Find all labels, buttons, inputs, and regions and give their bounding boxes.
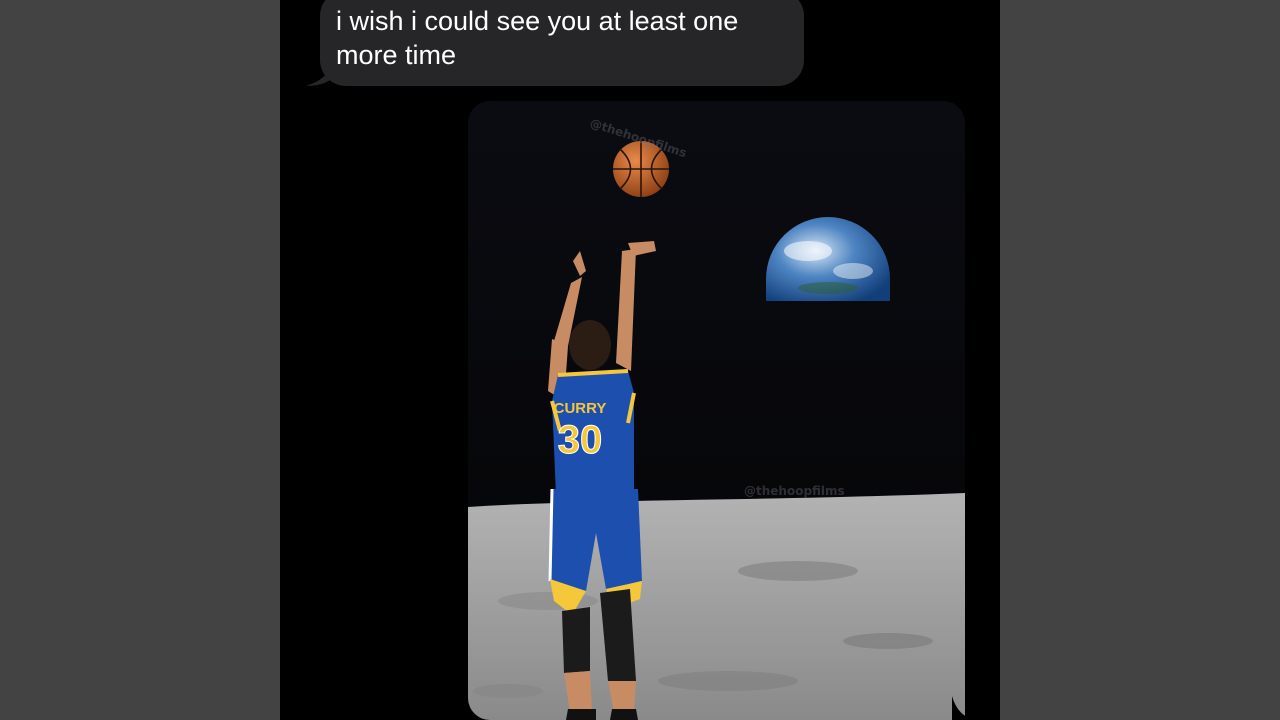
message-text: i wish i could see you at least one more…	[336, 6, 739, 70]
left-letterbox	[0, 0, 280, 720]
watermark-bottom: @thehoopfilms	[744, 484, 845, 498]
jersey-number: 30	[558, 418, 603, 462]
messages-screen[interactable]: i wish i could see you at least one more…	[280, 0, 1000, 720]
received-message-bubble[interactable]: i wish i could see you at least one more…	[320, 0, 804, 86]
right-letterbox	[1000, 0, 1280, 720]
image-message[interactable]: CURRY 30 @thehoopfilms @thehoopfilms	[468, 101, 965, 720]
jersey-name: CURRY	[554, 400, 607, 417]
image-bubble-tail	[952, 696, 976, 720]
moon-shot-photo: CURRY 30	[468, 101, 965, 720]
